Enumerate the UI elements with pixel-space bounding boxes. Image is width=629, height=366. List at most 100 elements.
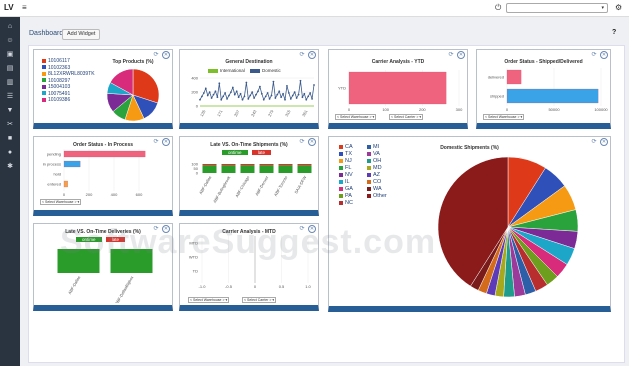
close-icon[interactable]: ✕ xyxy=(162,51,170,59)
legend-item: OH xyxy=(367,158,381,164)
series-point xyxy=(311,97,313,100)
sidebar-item-reports-icon[interactable]: ▥ xyxy=(6,79,14,87)
legend-label: CO xyxy=(373,179,382,185)
y-category-label: in process xyxy=(43,162,61,167)
late-shipments-late-bar xyxy=(297,164,312,166)
widget-title: Carrier Analysis - YTD xyxy=(371,59,425,65)
series-point xyxy=(268,97,271,100)
power-icon[interactable]: ⏻ xyxy=(495,3,501,13)
top-select[interactable]: ▾ xyxy=(506,3,608,13)
legend-swatch xyxy=(42,58,46,63)
x-category-label: ABF-Dallas xyxy=(198,175,212,195)
sidebar-item-warehouse-icon[interactable]: ▤ xyxy=(6,65,14,73)
sidebar-item-cart-icon[interactable]: ▼ xyxy=(6,107,14,115)
series-point xyxy=(293,91,296,94)
series-point xyxy=(295,97,298,99)
widget-title: Late VS. On-Time Shipments (%) xyxy=(210,142,288,148)
legend-item: MI xyxy=(367,144,379,150)
domestic-shipments-pie xyxy=(437,156,579,298)
widget-top-products: ⟳ ✕ Top Products (%) 10106117 10102363 8L1… xyxy=(33,49,173,129)
legend-item: Other xyxy=(367,193,387,199)
help-icon[interactable]: ? xyxy=(612,29,616,36)
close-icon[interactable]: ✕ xyxy=(308,51,316,59)
late-shipments-ontime-bar xyxy=(278,165,293,173)
x-category-label: ABF-Denver xyxy=(254,174,270,196)
menu-icon[interactable]: ≡ xyxy=(22,3,27,12)
legend-swatch xyxy=(367,158,371,163)
warehouse-select[interactable]: < Select Warehouse > ▾ xyxy=(335,114,377,120)
x-tick-label: 0 xyxy=(506,107,509,112)
chart-legend: ontime late xyxy=(222,150,272,155)
series-point xyxy=(305,98,308,101)
legend-item: VA xyxy=(367,151,380,157)
carrier-select[interactable]: < Select Carrier > ▾ xyxy=(242,297,277,303)
close-icon[interactable]: ✕ xyxy=(600,51,608,59)
legend-swatch-international xyxy=(208,68,218,73)
add-widget-button[interactable]: Add Widget xyxy=(62,29,101,40)
sidebar: ⌂ ☺ ▣ ▤ ▥ ☰ ▼ ✂ ■ ● ✱ xyxy=(0,17,20,366)
legend-item: FL xyxy=(339,165,351,171)
y-category-label: shipped xyxy=(490,94,504,99)
widget-grid: ⟳ ✕ Top Products (%) 10106117 10102363 8L1… xyxy=(28,45,625,363)
refresh-icon[interactable]: ⟳ xyxy=(298,51,306,59)
series-point xyxy=(282,92,284,95)
y-tick-label: 0 xyxy=(196,104,199,109)
sidebar-item-users-icon[interactable]: ☺ xyxy=(6,37,14,45)
sidebar-item-dashboard-icon[interactable]: ⌂ xyxy=(6,23,14,31)
top-products-pie xyxy=(106,68,160,122)
series-point xyxy=(287,92,290,94)
legend-item: TX xyxy=(339,151,352,157)
legend-item: NV xyxy=(339,172,353,178)
x-tick-label: 243 xyxy=(250,108,258,117)
warehouse-select[interactable]: < Select Warehouse > ▾ xyxy=(188,297,230,303)
late-shipments-ontime-bar xyxy=(221,165,236,173)
series-point xyxy=(297,93,300,96)
legend-swatch xyxy=(339,172,343,177)
x-tick-label: 0.5 xyxy=(279,284,285,289)
series-point xyxy=(233,93,236,96)
warehouse-select[interactable]: < Select Warehouse > ▾ xyxy=(483,114,525,120)
series-point xyxy=(253,97,256,99)
y-category-label: entered xyxy=(47,182,61,187)
sidebar-item-settings-icon[interactable]: ✱ xyxy=(6,163,14,171)
sidebar-item-tools-icon[interactable]: ✂ xyxy=(6,121,14,129)
sidebar-item-inventory-icon[interactable]: ▣ xyxy=(6,51,14,59)
refresh-icon[interactable]: ⟳ xyxy=(590,51,598,59)
series-point xyxy=(216,96,219,99)
late-shipments-ontime-bar xyxy=(202,165,217,173)
late-shipments-late-bar xyxy=(202,164,217,166)
legend-swatch xyxy=(42,78,46,83)
warehouse-select[interactable]: < Select Warehouse > ▾ xyxy=(40,199,82,205)
series-point xyxy=(247,97,250,100)
legend-swatch xyxy=(42,91,46,96)
x-category-label: ABF-Chicago xyxy=(234,174,251,198)
legend-item: WA xyxy=(367,186,382,192)
legend-label: 10109386 xyxy=(48,97,71,103)
refresh-icon[interactable]: ⟳ xyxy=(152,51,160,59)
sidebar-item-lock-icon[interactable]: ● xyxy=(6,149,14,157)
x-category-label: ABF-Toronto xyxy=(273,174,289,197)
series-point xyxy=(241,98,244,101)
chevron-down-icon: ▾ xyxy=(601,5,604,11)
legend-label: CA xyxy=(345,144,353,150)
refresh-icon[interactable]: ⟳ xyxy=(447,51,455,59)
series-point xyxy=(303,92,306,95)
legend-swatch xyxy=(339,151,343,156)
x-tick-label: 300 xyxy=(456,107,463,112)
gear-icon[interactable]: ⚙ xyxy=(615,3,622,12)
y-category-label: hold xyxy=(53,172,61,177)
sidebar-item-lists-icon[interactable]: ☰ xyxy=(6,93,14,101)
series-point xyxy=(228,94,230,97)
legend-swatch xyxy=(42,97,46,102)
sidebar-item-box-icon[interactable]: ■ xyxy=(6,135,14,143)
series-point xyxy=(309,92,312,94)
legend-item: IL xyxy=(339,179,350,185)
order-status-process-chart: 0 200 400 600 pending in process hold entered xyxy=(43,149,146,197)
legend-item: PA xyxy=(339,193,352,199)
series-point xyxy=(222,95,225,98)
close-icon[interactable]: ✕ xyxy=(457,51,465,59)
series-point xyxy=(274,97,277,99)
legend-swatch xyxy=(367,144,371,149)
series-point xyxy=(224,92,227,94)
carrier-select[interactable]: < Select Carrier > ▾ xyxy=(389,114,424,120)
